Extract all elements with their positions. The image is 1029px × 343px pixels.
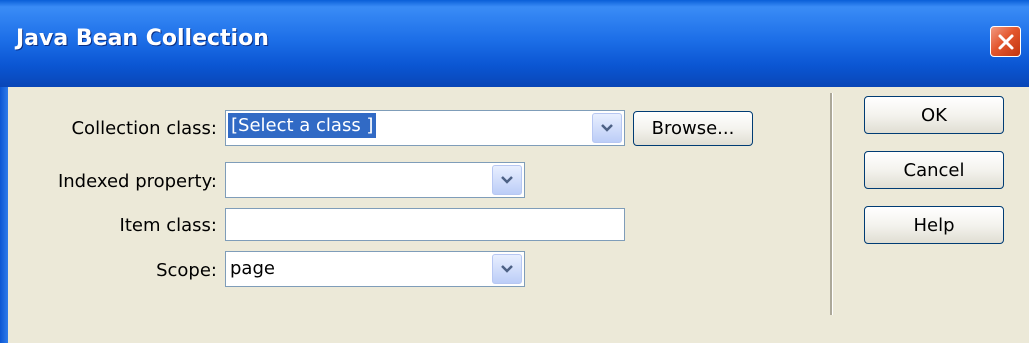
collection-class-dropdown-button[interactable]	[592, 113, 622, 143]
browse-button[interactable]: Browse...	[633, 111, 753, 146]
item-class-label: Item class:	[119, 215, 217, 236]
indexed-property-label: Indexed property:	[57, 171, 217, 192]
indexed-property-select[interactable]	[225, 162, 525, 198]
vertical-separator	[830, 93, 833, 315]
ok-button[interactable]: OK	[864, 96, 1004, 134]
help-button[interactable]: Help	[864, 206, 1004, 244]
scope-label: Scope:	[156, 260, 217, 281]
cancel-button[interactable]: Cancel	[864, 151, 1004, 189]
scope-dropdown-button[interactable]	[492, 254, 522, 284]
java-bean-collection-dialog: Java Bean Collection Collection class: […	[0, 0, 1029, 343]
collection-class-label: Collection class:	[71, 118, 217, 139]
item-class-input[interactable]	[225, 208, 625, 241]
close-icon	[998, 34, 1013, 49]
scope-select[interactable]: page	[225, 251, 525, 287]
chevron-down-icon	[501, 176, 513, 184]
indexed-property-dropdown-button[interactable]	[492, 165, 522, 195]
dialog-title: Java Bean Collection	[16, 26, 269, 51]
collection-class-select[interactable]: [Select a class ]	[225, 110, 625, 146]
chevron-down-icon	[601, 124, 613, 132]
collection-class-value: [Select a class ]	[228, 113, 377, 138]
close-button[interactable]	[990, 26, 1021, 57]
scope-value: page	[230, 258, 275, 279]
title-bar[interactable]: Java Bean Collection	[0, 0, 1029, 87]
window-frame-left	[0, 87, 8, 343]
chevron-down-icon	[501, 265, 513, 273]
